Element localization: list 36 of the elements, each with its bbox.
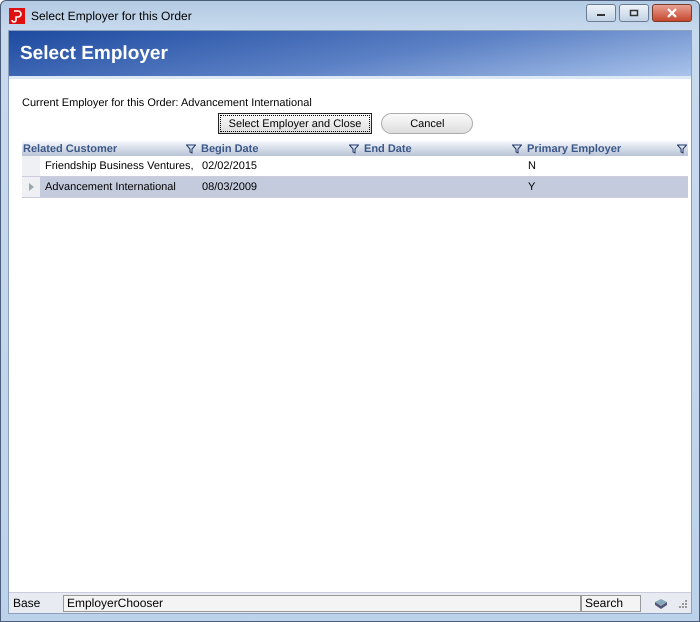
maximize-icon bbox=[629, 8, 639, 16]
form-name-field: EmployerChooser bbox=[63, 594, 581, 612]
current-row-icon bbox=[28, 183, 34, 191]
cancel-button[interactable]: Cancel bbox=[381, 113, 474, 134]
status-label: Base bbox=[13, 596, 42, 610]
window-title: Select Employer for this Order bbox=[31, 8, 192, 22]
table-cell: N bbox=[528, 160, 536, 172]
table-cell: Friendship Business Ventures, bbox=[45, 160, 194, 172]
column-header[interactable]: End Date bbox=[360, 141, 523, 156]
resize-grip-icon[interactable] bbox=[677, 598, 687, 608]
minimize-button[interactable] bbox=[586, 4, 616, 22]
printer-icon[interactable] bbox=[653, 597, 669, 609]
close-button[interactable] bbox=[652, 4, 692, 22]
table-cell: Y bbox=[528, 181, 536, 193]
table-cell: 02/02/2015 bbox=[202, 160, 258, 172]
filter-icon[interactable] bbox=[512, 144, 522, 154]
maximize-button[interactable] bbox=[619, 4, 649, 22]
filter-icon[interactable] bbox=[677, 144, 687, 154]
column-title: End Date bbox=[364, 142, 412, 154]
column-header[interactable]: Begin Date bbox=[197, 141, 360, 156]
close-icon bbox=[666, 8, 678, 18]
column-title: Begin Date bbox=[201, 142, 258, 154]
column-header[interactable]: Related Customer bbox=[22, 141, 197, 156]
table-cell: 08/03/2009 bbox=[202, 181, 258, 193]
search-status[interactable]: Search bbox=[581, 594, 641, 612]
table-row[interactable]: Advancement International 08/03/2009 Y bbox=[22, 177, 688, 198]
filter-icon[interactable] bbox=[349, 144, 359, 154]
column-title: Related Customer bbox=[23, 142, 118, 154]
page-title: Select Employer bbox=[20, 42, 168, 64]
current-employer-label: Current Employer for this Order: Advancement International bbox=[22, 97, 313, 109]
column-title: Primary Employer bbox=[527, 142, 622, 154]
filter-icon[interactable] bbox=[186, 144, 196, 154]
select-button[interactable]: Select Employer and Close bbox=[218, 113, 372, 134]
column-header[interactable]: Primary Employer bbox=[523, 141, 688, 156]
table-cell: Advancement International bbox=[45, 181, 176, 193]
app-logo-icon bbox=[9, 8, 25, 24]
